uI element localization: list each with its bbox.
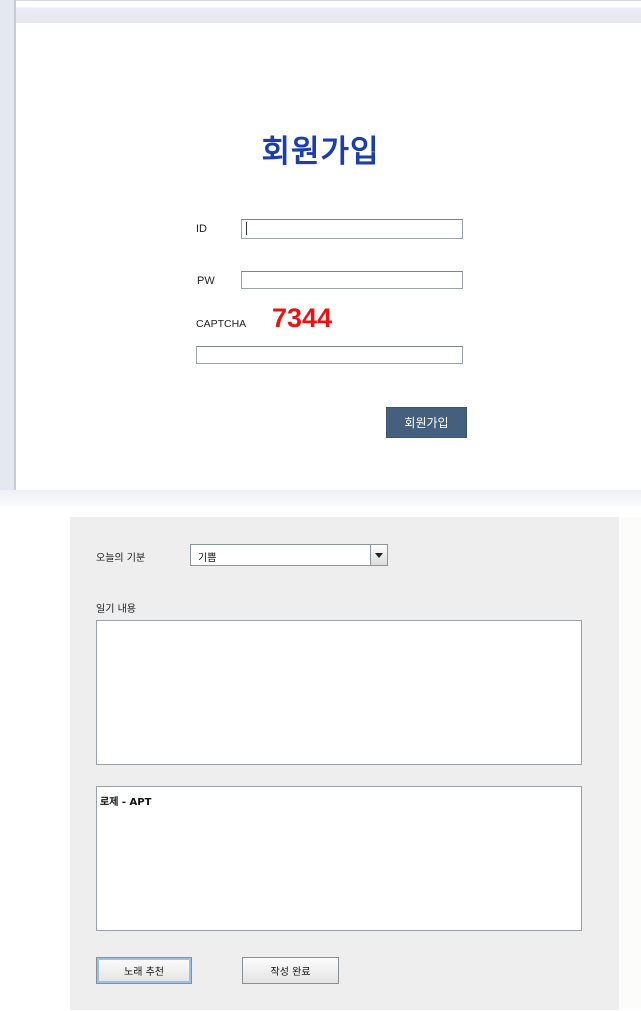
left-rail — [0, 0, 14, 490]
window-bottom-shadow — [0, 490, 641, 506]
id-field[interactable] — [241, 219, 463, 239]
chevron-down-icon — [375, 553, 383, 558]
mood-label: 오늘의 기분 — [96, 553, 146, 564]
diary-content-label: 일기 내용 — [96, 604, 136, 615]
mood-select[interactable]: 기쁨 — [190, 544, 388, 566]
panel-right-margin — [619, 517, 641, 1010]
id-label: ID — [196, 223, 207, 235]
mood-dropdown-button[interactable] — [370, 545, 387, 565]
diary-panel: 오늘의 기분 기쁨 일기 내용 로제 - APT 노래 추천 작성 완료 — [70, 517, 619, 1010]
window-title-bar — [16, 0, 641, 23]
captcha-field[interactable] — [196, 346, 463, 364]
complete-button[interactable]: 작성 완료 — [242, 957, 339, 984]
captcha-label: CAPTCHA — [196, 318, 247, 330]
mood-selected-value: 기쁨 — [198, 553, 217, 564]
song-result-text: 로제 - APT — [100, 797, 152, 808]
captcha-code: 7344 — [272, 303, 333, 333]
page-title: 회원가입 — [261, 134, 380, 170]
left-rail-divider — [14, 0, 16, 490]
recommend-song-button[interactable]: 노래 추천 — [96, 957, 192, 984]
signup-button[interactable]: 회원가입 — [386, 407, 467, 438]
song-result-area[interactable]: 로제 - APT — [96, 786, 582, 931]
pw-label: PW — [197, 275, 215, 287]
signup-window: 회원가입 ID PW CAPTCHA 7344 회원가입 — [0, 0, 641, 490]
pw-field[interactable] — [241, 271, 463, 289]
diary-content-textarea[interactable] — [96, 620, 582, 765]
text-caret — [246, 222, 247, 235]
